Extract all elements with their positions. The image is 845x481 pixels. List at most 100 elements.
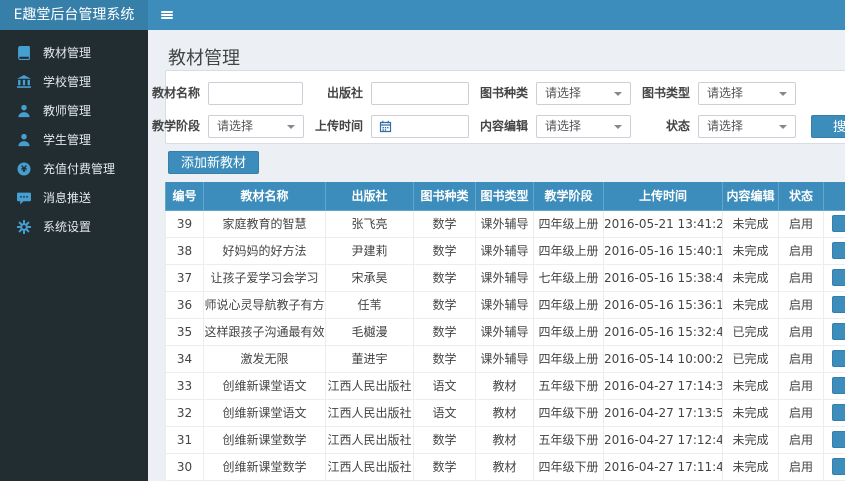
table-cell-id: 38 (165, 236, 204, 265)
table-cell-upload-time: 2016-04-27 17:12:46 (603, 425, 723, 454)
search-button[interactable]: 搜索 (811, 115, 845, 138)
table-cell-stage: 五年级下册 (533, 425, 604, 454)
table-cell-category: 数学 (413, 290, 476, 319)
table-cell-publisher: 江西人民出版社 (325, 425, 414, 454)
table-cell-stage: 四年级上册 (533, 236, 604, 265)
row-action-button[interactable] (831, 431, 845, 448)
table-cell-publisher: 尹建莉 (325, 236, 414, 265)
app-logo[interactable]: E趣堂后台管理系统 (0, 0, 148, 30)
status-select[interactable]: 请选择 (698, 115, 796, 138)
sidebar-item-teacher-management[interactable]: 教师管理 (0, 96, 148, 125)
sidebar-item-payment-management[interactable]: ¥ 充值付费管理 (0, 154, 148, 183)
upload-time-input[interactable] (398, 115, 469, 138)
table-cell-actions (823, 263, 845, 292)
table-cell-name: 好妈妈的好方法 (203, 236, 326, 265)
table-cell-category: 数学 (413, 236, 476, 265)
column-header-content-edit: 内容编辑 (722, 182, 779, 211)
table-cell-id: 33 (165, 371, 204, 400)
table-cell-type: 课外辅导 (475, 263, 534, 292)
table-cell-id: 31 (165, 425, 204, 454)
sidebar-item-student-management[interactable]: 学生管理 (0, 125, 148, 154)
table-cell-content-edit: 未完成 (722, 236, 779, 265)
row-action-button[interactable] (831, 404, 845, 421)
table-cell-category: 数学 (413, 263, 476, 292)
table-cell-content-edit: 未完成 (722, 209, 779, 238)
content-area: 教材管理 教材名称 出版社 图书种类 请选择 图书类型 请选择 教学阶段 请选择… (148, 30, 845, 481)
table-cell-content-edit: 未完成 (722, 425, 779, 454)
student-icon (17, 133, 31, 147)
table-cell-status: 启用 (778, 425, 824, 454)
calendar-icon[interactable] (371, 115, 399, 138)
table-cell-name: 让孩子爱学习会学习 (203, 263, 326, 292)
textbook-name-input[interactable] (208, 82, 303, 105)
table-cell-category: 数学 (413, 317, 476, 346)
column-header-type: 图书类型 (475, 182, 534, 211)
row-action-button[interactable] (831, 323, 845, 340)
table-cell-upload-time: 2016-05-21 13:41:21 (603, 209, 723, 238)
filter-label-upload-time: 上传时间 (314, 119, 363, 133)
chevron-down-icon (779, 92, 787, 96)
table-cell-content-edit: 未完成 (722, 398, 779, 427)
table-cell-actions (823, 317, 845, 346)
table-cell-stage: 四年级下册 (533, 452, 604, 481)
table-cell-category: 数学 (413, 344, 476, 373)
table-cell-actions (823, 209, 845, 238)
table-cell-type: 课外辅导 (475, 290, 534, 319)
table-cell-id: 37 (165, 263, 204, 292)
table-row: 34 激发无限 董进宇 数学 课外辅导 四年级上册 2016-05-14 10:00:20 已… (165, 344, 845, 373)
row-action-button[interactable] (831, 269, 845, 286)
book-category-select[interactable]: 请选择 (536, 82, 631, 105)
book-type-select[interactable]: 请选择 (698, 82, 796, 105)
table-row: 39 家庭教育的智慧 张飞亮 数学 课外辅导 四年级上册 2016-05-21 13:41:… (165, 209, 845, 238)
table-cell-upload-time: 2016-05-16 15:40:14 (603, 236, 723, 265)
table-cell-category: 数学 (413, 452, 476, 481)
column-header-publisher: 出版社 (325, 182, 414, 211)
table-cell-content-edit: 已完成 (722, 344, 779, 373)
table-cell-name: 师说心灵导航教子有方 (203, 290, 326, 319)
table-header-row: 编号 教材名称 出版社 图书种类 图书类型 教学阶段 上传时间 内容编辑 状态 (165, 182, 845, 211)
sidebar-item-label: 教师管理 (43, 104, 92, 118)
row-action-button[interactable] (831, 350, 845, 367)
table-cell-content-edit: 未完成 (722, 452, 779, 481)
column-header-actions (823, 182, 845, 211)
publisher-input[interactable] (371, 82, 469, 105)
book-icon (17, 45, 31, 60)
content-edit-select[interactable]: 请选择 (536, 115, 631, 138)
table-cell-publisher: 宋承昊 (325, 263, 414, 292)
table-cell-type: 教材 (475, 452, 534, 481)
sidebar-item-system-settings[interactable]: 系统设置 (0, 212, 148, 241)
table-cell-content-edit: 已完成 (722, 317, 779, 346)
table-row: 37 让孩子爱学习会学习 宋承昊 数学 课外辅导 七年级上册 2016-05-16 15:3… (165, 263, 845, 292)
row-action-button[interactable] (831, 296, 845, 313)
table-cell-upload-time: 2016-05-16 15:38:48 (603, 263, 723, 292)
table-cell-stage: 五年级下册 (533, 371, 604, 400)
table-cell-id: 35 (165, 317, 204, 346)
row-action-button[interactable] (831, 215, 845, 232)
table-cell-publisher: 江西人民出版社 (325, 452, 414, 481)
table-cell-name: 创维新课堂数学 (203, 452, 326, 481)
sidebar-item-school-management[interactable]: 学校管理 (0, 67, 148, 96)
table-cell-actions (823, 236, 845, 265)
table-cell-type: 课外辅导 (475, 344, 534, 373)
sidebar-item-message-push[interactable]: 消息推送 (0, 183, 148, 212)
teaching-stage-select[interactable]: 请选择 (208, 115, 304, 138)
filter-label-book-category: 图书种类 (479, 86, 528, 100)
table-cell-id: 36 (165, 290, 204, 319)
table-cell-category: 语文 (413, 371, 476, 400)
sidebar-item-textbook-management[interactable]: 教材管理 (0, 38, 148, 67)
row-action-button[interactable] (831, 377, 845, 394)
school-icon (17, 74, 31, 89)
sidebar-toggle-button[interactable] (148, 0, 186, 30)
add-textbook-button[interactable]: 添加新教材 (168, 151, 260, 174)
row-action-button[interactable] (831, 242, 845, 259)
page-title: 教材管理 (168, 48, 240, 69)
table-row: 30 创维新课堂数学 江西人民出版社 数学 教材 四年级下册 2016-04-27 17:1… (165, 452, 845, 481)
table-cell-content-edit: 未完成 (722, 371, 779, 400)
payment-icon: ¥ (17, 162, 31, 176)
filter-label-textbook-name: 教材名称 (151, 86, 200, 100)
teacher-icon (17, 104, 31, 118)
hamburger-icon (161, 11, 173, 13)
table-cell-actions (823, 290, 845, 319)
table-cell-content-edit: 未完成 (722, 263, 779, 292)
row-action-button[interactable] (831, 458, 845, 475)
